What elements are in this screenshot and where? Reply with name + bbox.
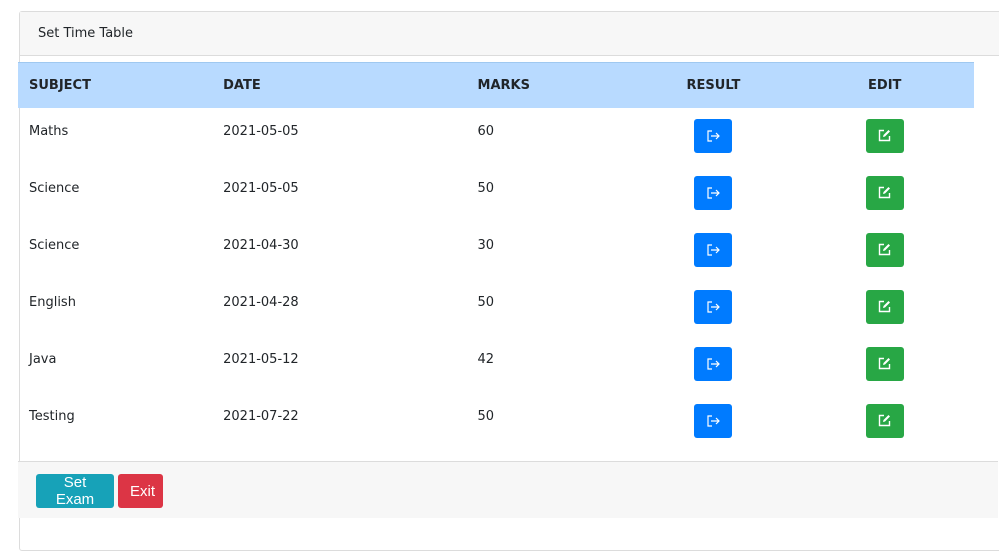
table-row: Science 2021-04-30 30 [18, 222, 974, 279]
cell-marks: 50 [477, 180, 495, 196]
result-button[interactable] [694, 175, 733, 210]
cell-marks: 30 [477, 237, 495, 253]
cell-subject: English [29, 294, 76, 310]
column-header-edit: EDIT [795, 62, 974, 108]
result-button[interactable] [694, 118, 733, 153]
edit-icon [879, 357, 891, 370]
cell-subject: Testing [29, 408, 75, 424]
edit-icon [879, 414, 891, 427]
cell-subject: Maths [29, 123, 69, 139]
exit-button[interactable]: Exit [118, 474, 163, 508]
edit-icon [879, 300, 891, 313]
result-button[interactable] [694, 403, 733, 438]
column-header-date: DATE [223, 62, 478, 108]
sign-out-icon [707, 300, 721, 313]
card-title: Set Time Table [38, 26, 134, 41]
edit-icon [879, 243, 891, 256]
card-footer: Set Exam Exit [18, 461, 998, 518]
cell-date: 2021-05-05 [223, 123, 299, 139]
edit-button[interactable] [865, 289, 904, 324]
cell-date: 2021-05-12 [223, 351, 299, 367]
table-row: Science 2021-05-05 50 [18, 165, 974, 222]
cell-marks: 60 [477, 123, 495, 139]
cell-date: 2021-04-28 [223, 294, 299, 310]
column-header-result: RESULT [631, 62, 796, 108]
edit-icon [879, 129, 891, 142]
card-header: Set Time Table [20, 12, 999, 56]
cell-date: 2021-05-05 [223, 180, 299, 196]
cell-date: 2021-07-22 [223, 408, 299, 424]
table-row: English 2021-04-28 50 [18, 279, 974, 336]
cell-subject: Science [29, 180, 80, 196]
table-row: Testing 2021-07-22 50 [18, 393, 974, 450]
column-header-subject: SUBJECT [18, 62, 224, 108]
sign-out-icon [707, 243, 721, 256]
exam-table: SUBJECT DATE MARKS RESULT EDIT Maths 202… [18, 62, 974, 450]
edit-button[interactable] [865, 403, 904, 438]
sign-out-icon [707, 414, 721, 427]
edit-button[interactable] [865, 118, 904, 153]
set-exam-button[interactable]: Set Exam [36, 474, 114, 508]
result-button[interactable] [694, 346, 733, 381]
result-button[interactable] [694, 289, 733, 324]
table-row: Java 2021-05-12 42 [18, 336, 974, 393]
exam-table-wrapper: SUBJECT DATE MARKS RESULT EDIT Maths 202… [18, 62, 998, 450]
sign-out-icon [707, 357, 721, 370]
cell-date: 2021-04-30 [223, 237, 299, 253]
cell-marks: 42 [477, 351, 495, 367]
cell-subject: Java [29, 351, 57, 367]
cell-marks: 50 [477, 294, 495, 310]
column-header-marks: MARKS [477, 62, 632, 108]
sign-out-icon [707, 186, 721, 199]
table-body: Maths 2021-05-05 60 Science 2021-05-05 5 [18, 108, 974, 450]
sign-out-icon [707, 129, 721, 142]
table-row: Maths 2021-05-05 60 [18, 108, 974, 165]
table-header-row: SUBJECT DATE MARKS RESULT EDIT [18, 62, 974, 108]
edit-icon [879, 186, 891, 199]
cell-marks: 50 [477, 408, 495, 424]
edit-button[interactable] [865, 346, 904, 381]
edit-button[interactable] [865, 232, 904, 267]
result-button[interactable] [694, 232, 733, 267]
edit-button[interactable] [865, 175, 904, 210]
cell-subject: Science [29, 237, 80, 253]
